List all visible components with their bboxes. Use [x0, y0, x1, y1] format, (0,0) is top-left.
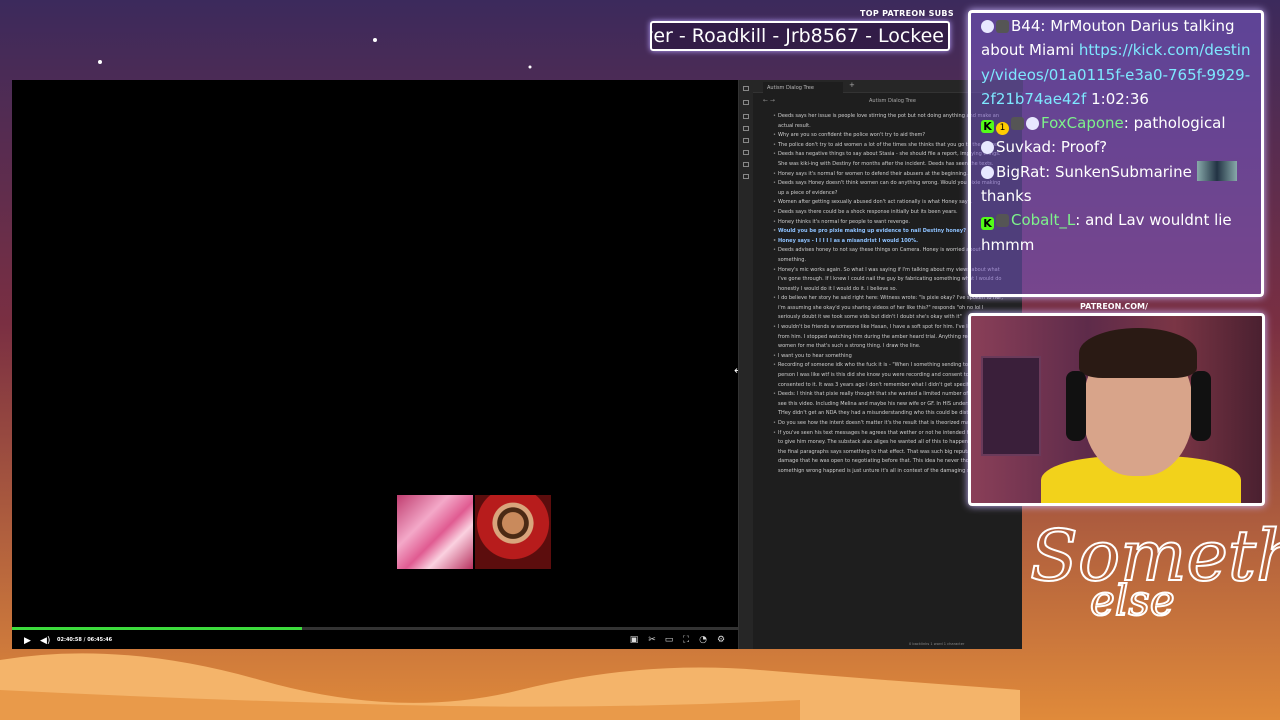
patreon-label: PATREON.COM/ [1080, 302, 1148, 311]
chat-text: pathological [1133, 114, 1226, 133]
play-icon[interactable]: ▶ [24, 636, 31, 646]
svg-text:else: else [1090, 576, 1175, 625]
chat-username: FoxCapone [1041, 114, 1124, 133]
link-icon [996, 20, 1009, 33]
current-time: 02:40:58 [57, 637, 82, 643]
shelf-background [981, 356, 1041, 456]
chat-username: BigRat [996, 162, 1046, 181]
video-player[interactable]: ▶ ◀) 02:40:58 / 06:45:46 ▣ ✂ ▭ ⛶ ◔ ⚙ [12, 80, 738, 649]
chat-text: Proof? [1060, 138, 1108, 157]
chat-text: SunkenSubmarine [1054, 162, 1192, 181]
time-display: 02:40:58 / 06:45:46 [57, 637, 113, 643]
chat-bubble-icon [1026, 117, 1039, 131]
thumbnail-portrait[interactable] [475, 495, 551, 569]
ribbon-icon[interactable] [743, 86, 749, 91]
tab-autism-dialog-tree[interactable]: Autism Dialog Tree [763, 82, 843, 93]
chat-username: Suvkad [996, 138, 1052, 157]
chat-message: K Cobalt_L: and Lav wouldnt lie hmmm [981, 211, 1232, 254]
patreon-names: yer - Roadkill - Jrb8567 - Lockee [650, 25, 944, 47]
chat-bubble-icon [981, 20, 994, 33]
top-patreon-ticker: yer - Roadkill - Jrb8567 - Lockee [650, 21, 950, 51]
chat-overlay: B44: MrMouton Darius talking about Miami… [968, 10, 1264, 297]
progress-bar[interactable] [12, 627, 738, 630]
speed-icon[interactable]: ◔ [698, 635, 708, 645]
emote-badge-icon [1011, 117, 1024, 131]
ribbon-icon[interactable] [743, 162, 749, 167]
chat-message: B44: MrMouton Darius talking about Miami… [981, 17, 1251, 108]
back-forward-icon[interactable]: ← → [763, 97, 775, 104]
emote-badge-icon [996, 214, 1009, 228]
new-tab-icon[interactable]: + [849, 81, 855, 89]
thumbnail-pink-marble[interactable] [397, 495, 473, 569]
ribbon-icon[interactable] [743, 150, 749, 155]
duration: 06:45:46 [87, 637, 113, 643]
emote-image [1196, 160, 1237, 181]
person-hair [1079, 328, 1197, 378]
ribbon-icon[interactable] [743, 100, 749, 105]
doc-title: Autism Dialog Tree [869, 98, 916, 104]
ribbon-icon[interactable] [743, 126, 749, 131]
ribbon-icon[interactable] [743, 114, 749, 119]
clip-icon[interactable]: ✂ [647, 635, 657, 645]
chat-bubble-icon [981, 165, 994, 179]
volume-icon[interactable]: ◀) [40, 636, 50, 646]
chat-message: BigRat: SunkenSubmarine thanks [981, 160, 1251, 209]
webcam-feed [968, 313, 1265, 506]
headphones-icon [1066, 371, 1086, 441]
chat-username: B44 [1011, 17, 1041, 35]
subtitles-icon[interactable]: ▣ [629, 635, 639, 645]
chat-bubble-icon [981, 141, 994, 155]
chat-message: Suvkad: Proof? [981, 135, 1251, 159]
status-bar: 0 backlinks 1 word 1 character [909, 642, 965, 646]
fullscreen-icon[interactable]: ⛶ [681, 635, 691, 645]
headphones-icon [1191, 371, 1211, 441]
ribbon-icon[interactable] [743, 138, 749, 143]
progress-fill [12, 627, 303, 630]
ribbon-sidebar [739, 80, 753, 649]
ribbon-icon[interactable] [743, 174, 749, 179]
sub-badge-icon: 1 [996, 122, 1009, 136]
top-patreon-label: TOP PATREON SUBS [860, 9, 954, 18]
chat-timestamp: 1:02:36 [1091, 89, 1149, 108]
kick-badge-icon: K [981, 217, 994, 231]
theater-icon[interactable]: ▭ [664, 635, 674, 645]
chat-username: Cobalt_L [1011, 211, 1076, 230]
chat-message: K 1 FoxCapone: pathological [981, 111, 1251, 136]
chat-text: thanks [981, 187, 1032, 206]
settings-icon[interactable]: ⚙ [716, 635, 726, 645]
kick-badge-icon: K [981, 120, 994, 134]
